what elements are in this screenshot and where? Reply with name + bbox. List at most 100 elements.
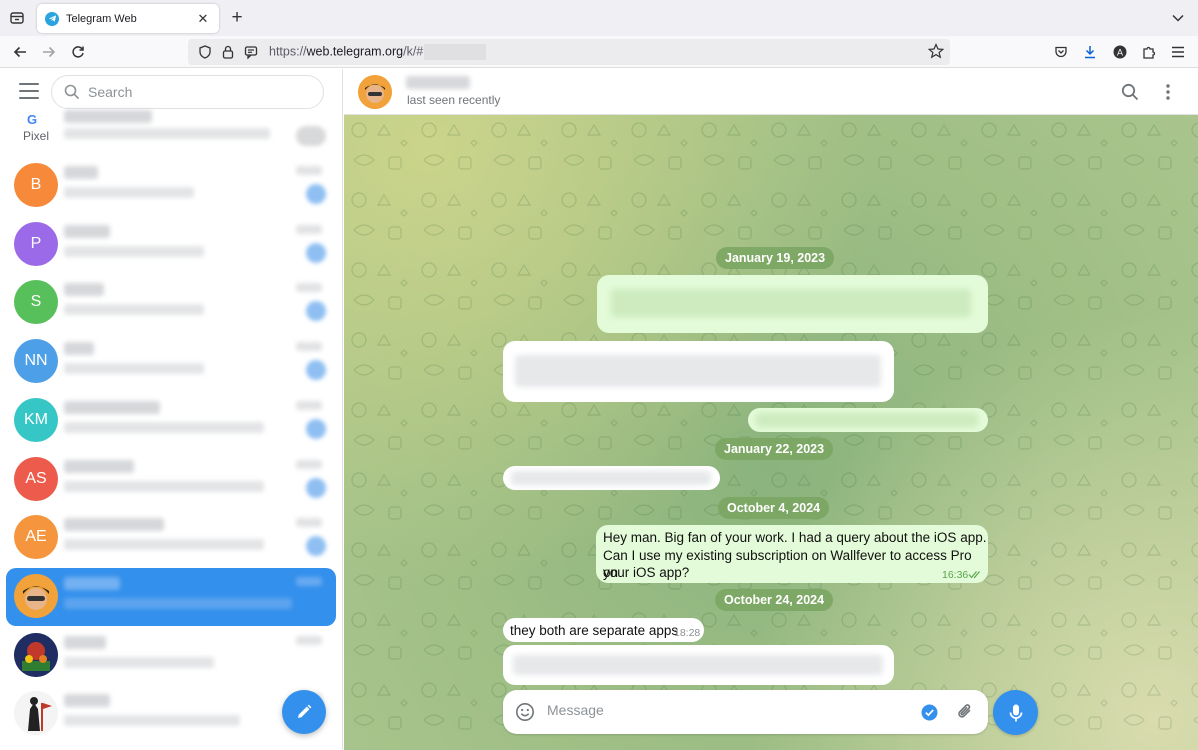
chat-item[interactable]: AE: [6, 509, 336, 567]
chat-item[interactable]: S: [6, 274, 336, 332]
downloads-button[interactable]: [1080, 42, 1100, 62]
message-bubble-redacted[interactable]: [597, 275, 988, 333]
date-separator: January 19, 2023: [716, 247, 835, 269]
message-text-redacted: [511, 471, 711, 485]
account-button[interactable]: A: [1110, 42, 1130, 62]
pocket-button[interactable]: [1051, 42, 1071, 62]
contact-avatar[interactable]: [358, 75, 392, 109]
url-redacted-segment: [424, 44, 487, 60]
main-menu-button[interactable]: [19, 83, 39, 99]
extensions-button[interactable]: [1139, 42, 1159, 62]
account-avatar-icon: A: [1113, 45, 1127, 59]
chat-name-redacted: [64, 518, 164, 532]
chat-name-redacted: [64, 635, 106, 649]
chat-time-redacted: [296, 576, 322, 586]
chat-preview-redacted: [64, 597, 292, 609]
outgoing-message[interactable]: Hey man. Big fan of your work. I had a q…: [596, 525, 988, 583]
search-input[interactable]: [88, 84, 288, 100]
back-button[interactable]: [9, 41, 31, 63]
chat-item[interactable]: AS: [6, 451, 336, 509]
chat-name-redacted: [64, 694, 110, 708]
chat-name-redacted: [64, 224, 110, 238]
app-menu-button[interactable]: [1168, 42, 1188, 62]
message-bubble-redacted[interactable]: [503, 466, 720, 490]
unread-badge-redacted: [306, 360, 326, 381]
message-bubble-redacted[interactable]: [748, 408, 988, 432]
unread-badge-redacted: [306, 184, 326, 204]
forward-button[interactable]: [38, 41, 60, 63]
pocket-icon: [1055, 46, 1067, 58]
google-logo-icon: G: [27, 112, 38, 127]
menu-line: [19, 97, 39, 99]
chat-item[interactable]: [6, 627, 336, 685]
chat-list-sidebar: G Pixel BPS NN KM AS AE: [0, 69, 343, 750]
contact-name-redacted: [406, 76, 470, 89]
chat-time-redacted: [296, 400, 322, 410]
reload-button[interactable]: [67, 41, 89, 63]
avatar: NN: [14, 339, 58, 384]
lock-icon[interactable]: [219, 43, 237, 61]
avatar: AE: [14, 515, 58, 560]
message-bubble-redacted[interactable]: [503, 341, 894, 402]
chat-time-redacted: [296, 224, 322, 234]
unread-badge-redacted: [306, 477, 326, 498]
unread-badge-redacted: [306, 242, 326, 263]
message-text-line: your iOS app?: [603, 565, 690, 580]
message-input[interactable]: [547, 702, 897, 718]
chat-item[interactable]: NN: [6, 333, 336, 391]
chat-search-button[interactable]: [1119, 81, 1141, 103]
chat-name-redacted: [64, 459, 134, 473]
message-bubble-redacted[interactable]: [503, 645, 894, 685]
url-bar[interactable]: https://web.telegram.org/k/#: [188, 39, 950, 65]
browser-nav-bar: https://web.telegram.org/k/# A: [0, 36, 1198, 68]
avatar: [14, 632, 58, 677]
chat-time-redacted: [296, 283, 322, 293]
avatar: S: [14, 280, 58, 325]
attach-button[interactable]: [954, 701, 976, 723]
browser-tab-telegram[interactable]: Telegram Web ✕: [37, 4, 219, 33]
microphone-icon: [1009, 704, 1022, 721]
chat-item[interactable]: KM: [6, 392, 336, 450]
message-composer: [503, 690, 988, 734]
list-all-tabs-button[interactable]: [1168, 8, 1188, 28]
date-separator: January 22, 2023: [715, 438, 834, 460]
chat-preview-redacted: [64, 421, 264, 433]
chat-item[interactable]: [6, 567, 336, 626]
check-circle-icon: [921, 704, 937, 720]
chat-name-redacted: [64, 283, 104, 297]
incoming-message[interactable]: they both are separate apps 18:28: [503, 618, 704, 642]
tab-close-icon[interactable]: ✕: [195, 11, 211, 27]
unread-badge-redacted: [306, 536, 326, 557]
avatar: B: [14, 163, 58, 207]
message-time: 18:28: [674, 627, 701, 639]
message-text-redacted: [513, 655, 883, 675]
tracking-shield-icon[interactable]: [196, 43, 214, 61]
chat-item[interactable]: P: [6, 216, 336, 274]
permissions-icon[interactable]: [242, 43, 260, 61]
search-box[interactable]: [51, 75, 324, 109]
date-separator: October 4, 2024: [718, 497, 830, 519]
puzzle-icon: [1143, 46, 1156, 59]
chat-preview-redacted: [64, 245, 204, 257]
new-message-button[interactable]: [282, 690, 326, 734]
smile-icon: [516, 703, 534, 721]
message-text-line: Hey man. Big fan of your work. I had a q…: [603, 530, 987, 545]
chat-item-pixel[interactable]: G Pixel: [6, 110, 336, 154]
emoji-button[interactable]: [514, 701, 536, 723]
chat-preview-redacted: [64, 715, 240, 727]
new-tab-button[interactable]: +: [226, 7, 248, 29]
tab-list-button[interactable]: [6, 7, 28, 29]
bookmark-star-icon[interactable]: [927, 43, 945, 62]
message-text-redacted: [515, 355, 881, 387]
avatar: KM: [14, 397, 58, 442]
chat-preview-redacted: [64, 304, 204, 316]
url-prefix: https://: [269, 44, 307, 59]
unread-badge-redacted: [306, 418, 326, 439]
avatar: [14, 691, 58, 736]
voice-record-button[interactable]: [993, 690, 1038, 735]
chat-item[interactable]: B: [6, 157, 336, 215]
chat-more-button[interactable]: [1157, 81, 1179, 103]
scheduled-check-button[interactable]: [918, 701, 940, 723]
chat-time-redacted: [296, 166, 322, 175]
chat-preview-redacted: [64, 539, 264, 551]
